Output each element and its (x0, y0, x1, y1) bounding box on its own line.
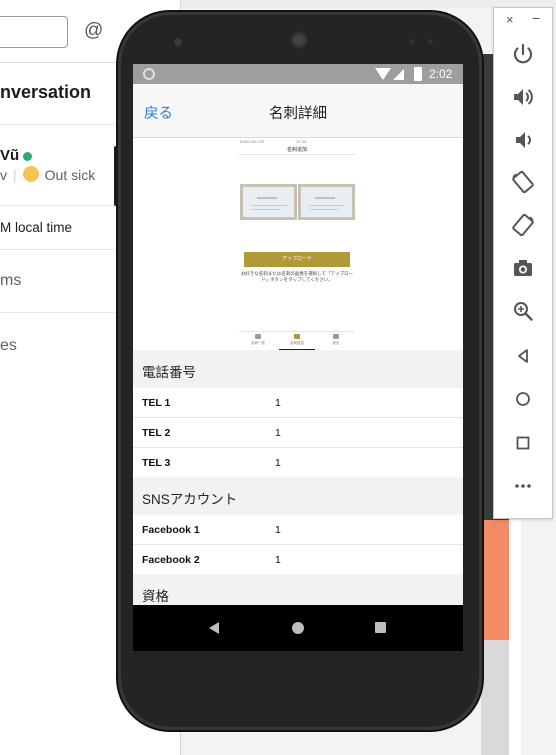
preview-status-bar: KDDI 4G LTE 17:23 (240, 139, 306, 144)
signal-icon (393, 69, 404, 80)
preview-carrier: KDDI 4G LTE (240, 139, 265, 144)
preview-tab-label: 名刺追加 (290, 341, 304, 345)
status-text: Out sick (44, 167, 96, 183)
camera-icon[interactable] (509, 254, 537, 282)
detail-row-tel-2[interactable]: TEL 2 1 (133, 418, 463, 448)
row-value: 1 (275, 427, 281, 439)
preview-tab-label: 名刺一覧 (251, 341, 265, 345)
folder-icon (294, 334, 300, 339)
preview-tab-list: 名刺一覧 (239, 334, 277, 346)
search-input[interactable] (0, 16, 68, 48)
row-value: 1 (275, 554, 281, 566)
detail-row-facebook-1[interactable]: Facebook 1 1 (133, 515, 463, 545)
status-bar: 2:02 (133, 64, 463, 84)
power-side-button (114, 146, 118, 206)
earpiece-speaker (290, 31, 308, 49)
battery-icon (414, 67, 422, 81)
card-photo-front (240, 184, 297, 220)
card-photo-back (298, 184, 355, 220)
minimize-icon[interactable]: − (532, 10, 540, 26)
sick-emoji-icon (22, 166, 39, 182)
detail-row-tel-1[interactable]: TEL 1 1 (133, 388, 463, 418)
local-time: M local time (0, 220, 73, 235)
business-card-image[interactable]: KDDI 4G LTE 17:23 名刺追加 アップロード お好きな名刺または名刺… (133, 138, 463, 350)
back-icon[interactable] (509, 342, 537, 370)
row-key: Facebook 1 (142, 524, 200, 536)
section-title: 資格 (142, 589, 169, 604)
background-panel-footer (481, 640, 509, 755)
preview-tab-label: 設定 (332, 341, 340, 345)
back-button[interactable]: 戻る (144, 102, 173, 123)
light-sensor (428, 39, 433, 44)
preview-tab-settings: 設定 (317, 334, 355, 346)
separator: | (13, 167, 17, 183)
user-name[interactable]: Vũ (0, 147, 19, 164)
preview-upload-button: アップロード (244, 252, 350, 267)
rotate-right-icon[interactable] (509, 211, 537, 239)
items-link[interactable]: ms (0, 272, 21, 290)
wifi-icon (375, 68, 391, 80)
power-icon[interactable] (509, 40, 537, 68)
front-camera (174, 38, 182, 46)
zoom-icon[interactable] (509, 297, 537, 325)
preview-time: 17:23 (296, 139, 307, 144)
android-navigation-bar (133, 605, 463, 651)
conversation-title: nversation (0, 82, 92, 102)
overview-icon[interactable] (509, 429, 537, 457)
files-link[interactable]: es (0, 337, 17, 355)
divider (239, 154, 355, 155)
more-icon[interactable] (509, 472, 537, 500)
preview-tab-bar: 名刺一覧 名刺追加 設定 (239, 331, 355, 350)
row-key: Facebook 2 (142, 554, 200, 566)
detail-row-tel-3[interactable]: TEL 3 1 (133, 448, 463, 478)
row-key: TEL 1 (142, 397, 171, 409)
nav-overview-icon[interactable] (375, 622, 386, 633)
user-status-line: v | Out sick (0, 166, 95, 183)
close-icon[interactable]: × (506, 12, 514, 27)
row-key: TEL 2 (142, 427, 171, 439)
preview-instruction: お好きな名刺または名刺の画像を選択して「アップロード」ボタンをタップしてください… (240, 271, 354, 282)
row-key: TEL 3 (142, 457, 171, 469)
navigation-bar: 名刺詳細 戻る (133, 84, 463, 138)
volume-up-icon[interactable] (509, 83, 537, 111)
mentions-icon[interactable]: @ (84, 20, 103, 42)
volume-down-icon[interactable] (509, 126, 537, 154)
section-title: SNSアカウント (142, 492, 238, 507)
gear-icon (333, 334, 339, 339)
home-icon[interactable] (509, 385, 537, 413)
user-sub-prefix: v (0, 167, 7, 183)
section-header-phone: 電話番号 (133, 350, 463, 388)
detail-row-facebook-2[interactable]: Facebook 2 1 (133, 545, 463, 575)
status-time: 2:02 (429, 67, 453, 81)
section-title: 電話番号 (142, 365, 196, 380)
preview-title: 名刺追加 (286, 147, 307, 153)
row-value: 1 (275, 524, 281, 536)
presence-dot-icon (23, 152, 32, 161)
device-screen: 2:02 名刺詳細 戻る KDDI 4G LTE 17:23 名刺追加 アップロー… (133, 64, 463, 651)
page-title: 名刺詳細 (269, 106, 327, 122)
row-value: 1 (275, 397, 281, 409)
section-header-sns: SNSアカウント (133, 477, 463, 515)
row-value: 1 (275, 457, 281, 469)
nav-home-icon[interactable] (292, 622, 304, 634)
background-stripe (509, 520, 521, 755)
emulator-toolbar: × − (493, 7, 553, 519)
rotate-left-icon[interactable] (509, 168, 537, 196)
nav-back-icon[interactable] (209, 622, 219, 634)
android-device-frame: 2:02 名刺詳細 戻る KDDI 4G LTE 17:23 名刺追加 アップロー… (114, 12, 482, 730)
notification-icon (143, 68, 155, 80)
preview-tab-add: 名刺追加 (278, 334, 316, 346)
list-icon (255, 334, 261, 339)
proximity-sensor (410, 39, 415, 44)
